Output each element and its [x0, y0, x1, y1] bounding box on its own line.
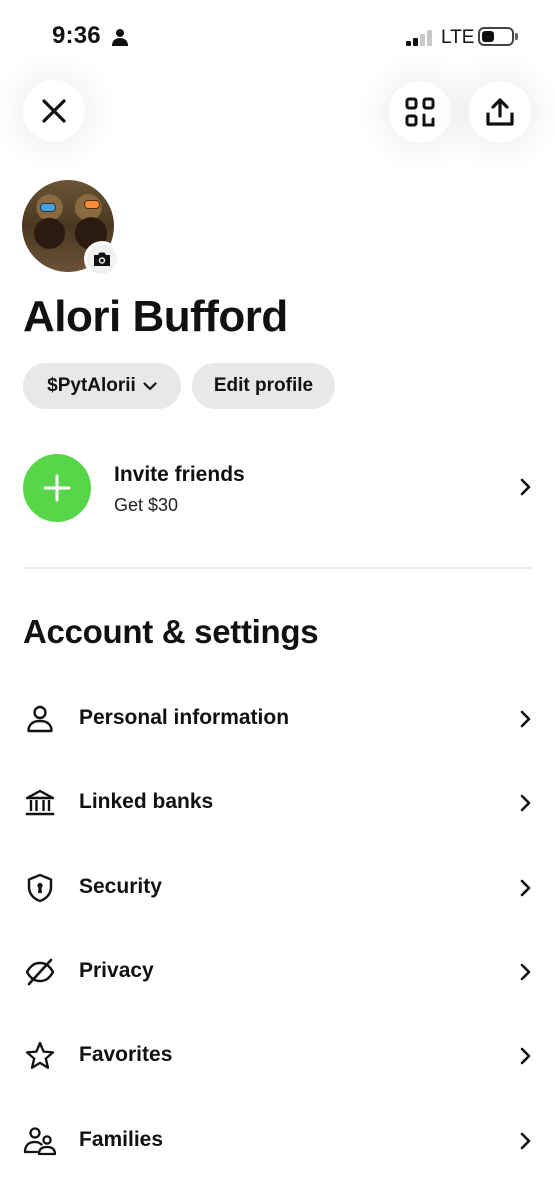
section-title: Account & settings	[23, 613, 319, 650]
chevron-right-icon	[520, 710, 531, 728]
status-time: 9:36	[52, 22, 101, 49]
invite-plus-button	[23, 454, 91, 522]
network-label: LTE	[441, 27, 475, 48]
qr-scan-button[interactable]	[389, 81, 451, 143]
cashtag-button[interactable]: $PytAlorii	[23, 363, 181, 409]
chevron-right-icon	[520, 879, 531, 897]
battery-cap	[515, 33, 518, 40]
star-icon	[22, 1038, 58, 1074]
avatar-detail	[84, 200, 100, 209]
settings-item-security[interactable]: Security	[0, 859, 555, 915]
shield-icon	[22, 870, 58, 906]
edit-profile-button[interactable]: Edit profile	[192, 363, 335, 409]
settings-item-linked-banks[interactable]: Linked banks	[0, 774, 555, 830]
avatar-detail	[40, 203, 56, 212]
invite-subtitle: Get $30	[114, 495, 179, 515]
chevron-right-icon	[520, 478, 531, 496]
plus-icon	[43, 474, 71, 502]
divider	[23, 567, 532, 569]
settings-item-label: Linked banks	[79, 790, 214, 813]
family-icon	[22, 1123, 58, 1159]
settings-item-label: Privacy	[79, 959, 154, 982]
settings-item-label: Security	[79, 875, 162, 898]
battery-icon	[478, 27, 514, 46]
person-status-icon	[112, 29, 128, 46]
chevron-right-icon	[520, 1132, 531, 1150]
profile-name: Alori Bufford	[23, 292, 288, 341]
chevron-right-icon	[520, 963, 531, 981]
settings-item-families[interactable]: Families	[0, 1112, 555, 1168]
share-button[interactable]	[469, 81, 531, 143]
settings-item-favorites[interactable]: Favorites	[0, 1027, 555, 1083]
close-button[interactable]	[23, 80, 85, 142]
profile-page: 9:36 LTE Alori Bufford $PytAlorii Edit p…	[0, 0, 555, 1200]
cashtag-label: $PytAlorii	[47, 375, 136, 396]
person-icon	[22, 701, 58, 737]
edit-profile-label: Edit profile	[213, 375, 314, 396]
status-bar: 9:36 LTE	[0, 0, 555, 70]
settings-item-label: Families	[79, 1128, 164, 1151]
change-photo-button[interactable]	[84, 241, 120, 277]
close-icon	[42, 99, 66, 123]
camera-icon	[94, 252, 110, 266]
chevron-right-icon	[520, 1047, 531, 1065]
settings-item-privacy[interactable]: Privacy	[0, 943, 555, 999]
settings-item-label: Favorites	[79, 1043, 173, 1066]
chevron-right-icon	[520, 794, 531, 812]
eye-off-icon	[22, 954, 58, 990]
chevron-down-icon	[143, 381, 157, 390]
settings-item-label: Personal information	[79, 706, 290, 729]
invite-friends-row[interactable]: Invite friends Get $30	[0, 450, 555, 526]
invite-title: Invite friends	[114, 463, 245, 486]
qr-scan-icon	[405, 97, 435, 127]
bank-icon	[22, 785, 58, 821]
signal-icon	[406, 30, 434, 46]
settings-item-personal-information[interactable]: Personal information	[0, 690, 555, 746]
share-icon	[486, 98, 514, 126]
